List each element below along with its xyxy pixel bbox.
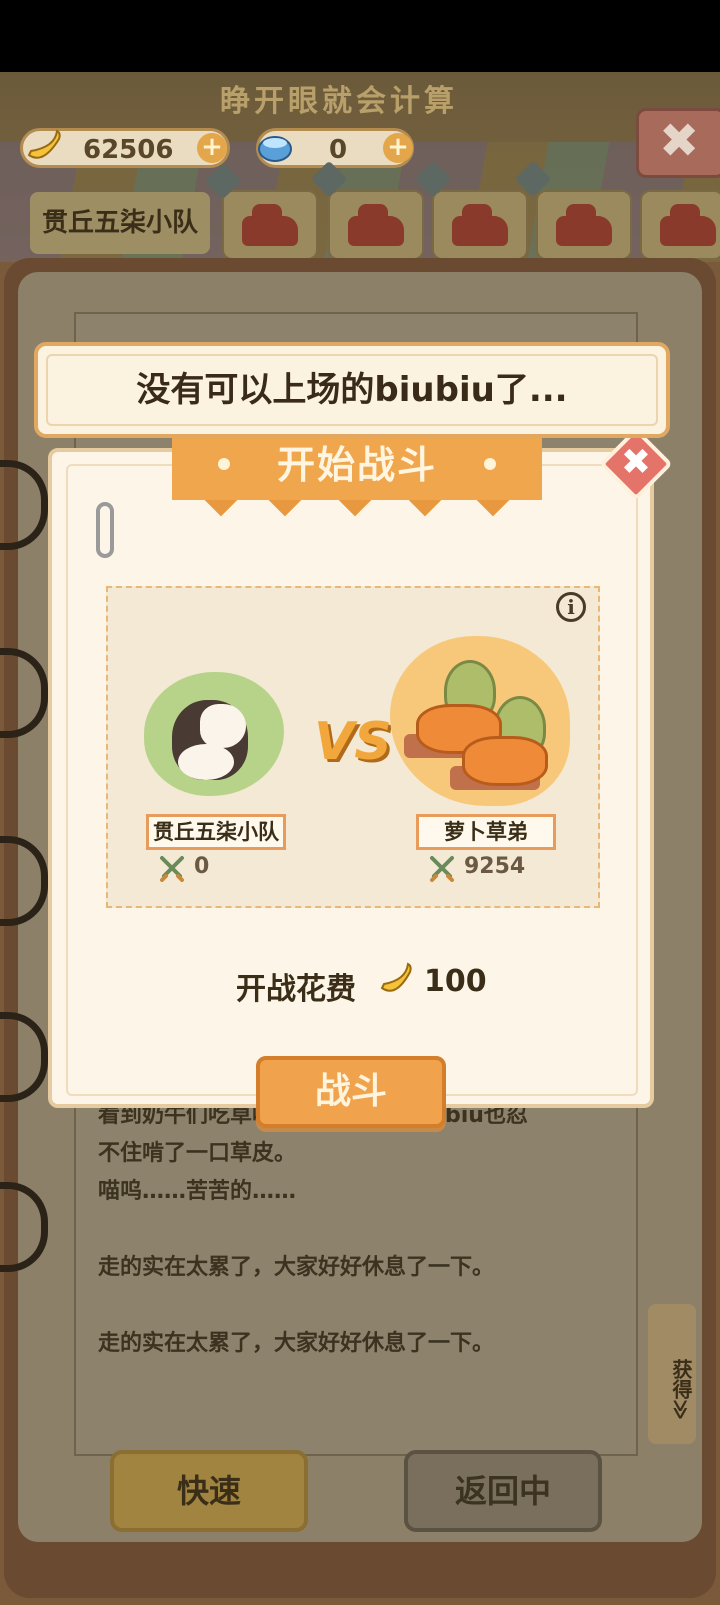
- car-icon: [242, 204, 298, 246]
- story-line: 走的实在太累了，大家好好休息了一下。: [98, 1255, 495, 1280]
- banana-counter: 62506 +: [20, 128, 230, 168]
- car-icon: [660, 204, 716, 246]
- car-icon: [452, 204, 508, 246]
- cost-label: 开战花费: [236, 972, 356, 1007]
- close-screen-button[interactable]: ✖: [636, 108, 720, 178]
- our-team-name: 贯丘五柒小队: [146, 814, 286, 850]
- gem-counter: 0 +: [256, 128, 414, 168]
- story-line: 不住啃了一口草皮。: [98, 1141, 297, 1166]
- faded-title: 睁开眼就会计算: [220, 84, 458, 119]
- rewards-side-tab[interactable]: 获得≫: [648, 1304, 696, 1444]
- vehicle-slot[interactable]: [204, 162, 318, 260]
- car-icon: [556, 204, 612, 246]
- paper-clip-icon: [96, 502, 114, 558]
- return-button[interactable]: 返回中: [404, 1450, 602, 1532]
- enemy-power: 9254: [464, 854, 526, 879]
- quick-button[interactable]: 快速: [110, 1450, 308, 1532]
- vehicle-slot[interactable]: [640, 190, 720, 260]
- vehicle-slot[interactable]: [310, 160, 424, 260]
- toast-notification: 没有可以上场的biubiu了...: [34, 342, 670, 438]
- carrot-enemy-icon: [462, 736, 548, 786]
- banana-icon: [380, 962, 412, 992]
- vehicle-slot[interactable]: [514, 160, 632, 260]
- close-icon[interactable]: ✖: [610, 434, 662, 492]
- gem-bowl-icon: [258, 136, 292, 162]
- toast-message: 没有可以上场的biubiu了...: [136, 370, 568, 410]
- car-icon: [348, 204, 404, 246]
- our-power: 0: [194, 854, 210, 879]
- enemy-name: 萝卜草弟: [416, 814, 556, 850]
- cat-avatar-face: [200, 704, 246, 748]
- banana-count: 62506: [83, 135, 174, 165]
- cat-avatar-belly: [178, 744, 234, 780]
- crossed-swords-icon: [430, 856, 454, 882]
- vs-label: VS: [314, 712, 392, 772]
- return-button-label: 返回中: [454, 1472, 551, 1510]
- fight-button-label[interactable]: 战斗: [256, 1056, 446, 1128]
- add-gem-button[interactable]: +: [383, 133, 413, 163]
- vehicle-slot[interactable]: [414, 160, 528, 260]
- quick-button-label: 快速: [176, 1472, 241, 1510]
- story-line: 走的实在太累了，大家好好休息了一下。: [98, 1331, 495, 1356]
- crossed-swords-icon: [160, 856, 184, 882]
- gem-count: 0: [329, 135, 348, 165]
- story-log: 看到奶牛们吃草吃得那么香甜，biubiu也忍 不住啃了一口草皮。 喵呜……苦苦的…: [98, 1097, 608, 1363]
- close-icon: ✖: [659, 113, 700, 169]
- info-icon[interactable]: i: [556, 592, 586, 622]
- team-tab[interactable]: 贯丘五柒小队: [30, 192, 210, 254]
- banana-icon: [27, 129, 61, 159]
- status-bar: [0, 0, 720, 72]
- add-banana-button[interactable]: +: [197, 133, 227, 163]
- game-scene: 睁开眼就会计算 62506 + 0 + ✖ 贯丘五柒小队 看到奶牛们吃草吃得那么…: [0, 72, 720, 1605]
- dialog-title: 开始战斗: [276, 443, 437, 487]
- story-line: 喵呜……苦苦的……: [98, 1179, 297, 1204]
- cost-value: 100: [424, 964, 487, 999]
